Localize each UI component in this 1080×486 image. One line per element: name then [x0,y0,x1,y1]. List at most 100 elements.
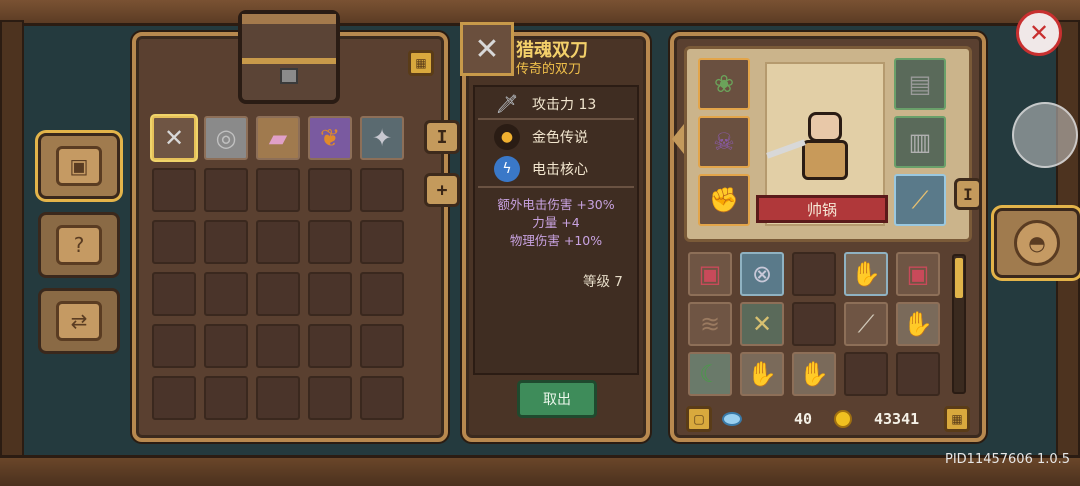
stone-pile-icon: ≋ [699,310,721,338]
chest-slot[interactable]: ✕ [152,116,196,160]
boots-icon: ▥ [908,128,932,156]
inventory-slot[interactable]: ✋ [844,252,888,296]
hero-name: 帅锅 [806,200,837,219]
close-button[interactable]: ✕ [1016,10,1062,56]
trident-icon: ⟋ [911,186,929,214]
inventory-slot[interactable]: ✋ [792,352,836,396]
sort-grid-button[interactable]: ▦ [944,406,970,432]
chest-slot[interactable]: ◎ [204,116,248,160]
chest-slot[interactable] [360,272,404,316]
attack-label: 攻击力 13 [532,97,597,113]
chest-slot[interactable]: ▰ [256,116,300,160]
chest-slot[interactable] [360,220,404,264]
chest-slot[interactable] [204,376,248,420]
equip-slot-gloves[interactable]: ✊ [698,174,750,226]
take-out-button[interactable]: 取出 [517,380,597,418]
chest-slot[interactable] [308,220,352,264]
gauntlet-icon: ✊ [709,186,739,214]
crossed-blades-icon: ✕ [474,31,500,67]
bonus-line: 额外电击伤害 +30% [497,197,615,212]
stat-attack: 🗡 攻击力 13 [478,89,634,119]
lightning-icon: ϟ [494,156,520,182]
gem-count: 40 [794,410,813,428]
crossed-spears-icon: ✕ [751,310,773,338]
chest-slot[interactable] [308,272,352,316]
hero-tab-button[interactable]: ◓ [994,208,1080,278]
helmet-icon: ◓ [1014,220,1060,266]
chest-slot[interactable]: ✦ [360,116,404,160]
equip-slot-boots[interactable]: ▥ [894,116,946,168]
chest-slot[interactable] [204,168,248,212]
scroll-thumb[interactable] [955,258,963,298]
codex-tab-button[interactable]: ? [38,212,120,278]
add-chest-page-label: + [436,179,448,201]
skull-helmet-icon: ☠ [713,128,735,156]
gold-gauntlet-icon: ✋ [747,360,777,388]
chest-slot[interactable] [152,168,196,212]
treasure-chest-icon [238,10,340,104]
hero-nameplate: 帅锅 [756,195,888,223]
hero-page-tab[interactable]: I [954,178,982,210]
grid-view-button[interactable]: ▦ [408,50,434,76]
chest-slot[interactable] [256,220,300,264]
inventory-scrollbar[interactable] [952,254,966,394]
lock-button[interactable]: ▢ [686,406,712,432]
inventory-slot[interactable] [792,302,836,346]
inventory-slot[interactable]: ✋ [896,302,940,346]
chest-slot[interactable] [152,376,196,420]
inventory-slot[interactable] [792,252,836,296]
inventory-slot[interactable]: ≋ [688,302,732,346]
chest-slot[interactable]: ❦ [308,116,352,160]
take-out-label: 取出 [543,392,571,408]
inventory-slot[interactable]: ▣ [688,252,732,296]
equip-slot-armor[interactable]: ▤ [894,58,946,110]
equip-slot-necklace[interactable]: ❀ [698,58,750,110]
chest-slot[interactable] [256,272,300,316]
inventory-slot[interactable] [896,352,940,396]
currency-bar: ▢ 40 43341 ▦ [684,404,972,436]
chest-slot[interactable] [204,272,248,316]
add-chest-page-tab[interactable]: + [424,173,460,207]
sword-icon: 🗡 [495,93,519,115]
chest-page-tab[interactable]: I [424,120,460,154]
chest-slot[interactable] [360,324,404,368]
cocoon-icon: ⊗ [751,260,773,288]
chest-slot[interactable] [256,168,300,212]
inventory-slot[interactable]: ✋ [740,352,784,396]
hero-page-tab-label: I [963,184,973,204]
chest-slot[interactable] [360,168,404,212]
chest-slot[interactable] [152,324,196,368]
equip-slot-weapon[interactable]: ⟋ [894,174,946,226]
coin-count: 43341 [874,410,920,428]
chest-icon: ▣ [56,146,102,186]
exchange-tab-button[interactable]: ⇄ [38,288,120,354]
dagger-icon: ⟋ [857,310,875,338]
chest-slot[interactable] [152,272,196,316]
flame-icon: ● [494,124,520,150]
inventory-slot[interactable]: ✕ [740,302,784,346]
divider [478,186,634,188]
inventory-slot[interactable]: ⊗ [740,252,784,296]
chest-slot[interactable] [256,324,300,368]
top-wood-beam [0,0,1080,26]
equip-slot-helmet[interactable]: ☠ [698,116,750,168]
chest-slot[interactable] [204,220,248,264]
armor-icon: ▤ [908,70,932,98]
inventory-slot[interactable]: ⟋ [844,302,888,346]
close-icon: ✕ [1028,19,1050,47]
chest-slot[interactable] [308,376,352,420]
floating-assist-button[interactable] [1012,102,1078,168]
red-chest-icon: ▣ [698,260,722,288]
chest-slot[interactable] [204,324,248,368]
chest-page-tab-label: I [436,126,448,148]
chest-slot[interactable] [152,220,196,264]
chest-slot[interactable] [308,324,352,368]
inventory-slot[interactable]: ▣ [896,252,940,296]
rarity-label: 金色传说 [532,130,588,146]
inventory-slot[interactable]: ☾ [688,352,732,396]
chest-slot[interactable] [308,168,352,212]
inventory-slot[interactable] [844,352,888,396]
chest-slot[interactable] [256,376,300,420]
chest-tab-button[interactable]: ▣ [38,133,120,199]
chest-slot[interactable] [360,376,404,420]
